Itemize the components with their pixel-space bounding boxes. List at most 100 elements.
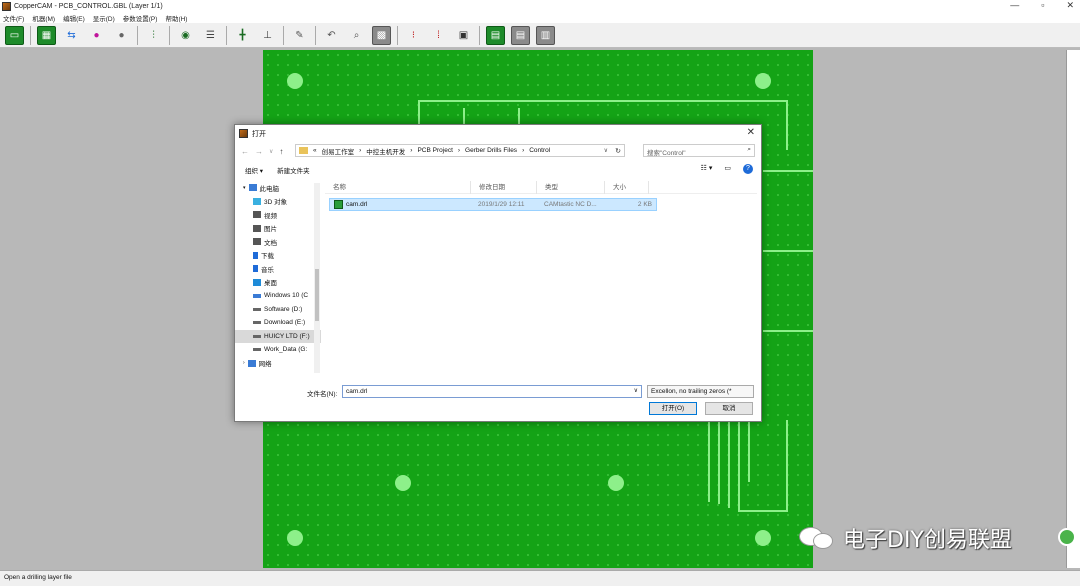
contour-icon[interactable]: ◉ <box>176 26 195 45</box>
column-type[interactable]: 类型 <box>537 180 605 194</box>
window-title: CopperCAM - PCB_CONTROL.GBL (Layer 1/1) <box>14 2 163 10</box>
nav-scrollbar-thumb[interactable] <box>315 269 319 321</box>
nav-label: 此电脑 <box>259 185 280 193</box>
tool-icon[interactable]: ✎ <box>290 26 309 45</box>
file-name: cam.drl <box>346 201 368 208</box>
breadcrumb-item[interactable]: Gerber Drills Files <box>465 147 517 154</box>
machine-green-icon[interactable]: ▤ <box>486 25 505 45</box>
nav-label: 图片 <box>264 226 277 234</box>
address-dropdown-icon[interactable]: ∨ <box>604 147 608 154</box>
drive-icon <box>253 348 261 352</box>
nav-item-documents[interactable]: 文档 <box>235 235 321 249</box>
menu-bar: 文件(F) 机器(M) 编辑(E) 显示(D) 参数设置(P) 帮助(H) <box>0 12 1080 23</box>
nav-item-videos[interactable]: 视频 <box>235 208 321 222</box>
file-row[interactable]: cam.drl 2019/1/29 12:11 CAMtastic NC D..… <box>329 198 657 211</box>
grid-icon[interactable]: ▩ <box>372 25 391 45</box>
column-name[interactable]: 名称 <box>325 180 471 194</box>
file-type: CAMtastic NC D... <box>544 201 597 208</box>
nav-item-drive-d[interactable]: Software (D:) <box>235 303 321 317</box>
breadcrumb-item[interactable]: 创易工作室 <box>322 146 355 156</box>
breadcrumb-item[interactable]: 中控主机开发 <box>366 146 405 156</box>
organize-button[interactable]: 组织 ▾ <box>245 165 263 175</box>
maximize-button[interactable]: ▫ <box>1041 0 1044 11</box>
cancel-button[interactable]: 取消 <box>705 402 753 415</box>
pads-red-icon[interactable]: ⁝ <box>404 26 423 45</box>
drive-icon <box>253 307 261 311</box>
nav-item-drive-e[interactable]: Download (E:) <box>235 316 321 330</box>
machine-gray-icon[interactable]: ▤ <box>511 25 530 45</box>
breadcrumb-overflow[interactable]: « <box>313 147 317 154</box>
drill-file-icon <box>334 200 343 209</box>
pads-red-2-icon[interactable]: ⁞ <box>429 26 448 45</box>
undo-icon[interactable]: ↶ <box>322 26 341 45</box>
pcb-trace <box>418 100 420 126</box>
menu-parameters[interactable]: 参数设置(P) <box>123 13 158 23</box>
pads-select-icon[interactable]: ▣ <box>454 26 473 45</box>
folder-icon <box>299 147 308 154</box>
close-button[interactable]: ✕ <box>1066 0 1074 11</box>
address-bar[interactable]: « 创易工作室 › 中控主机开发 › PCB Project › Gerber … <box>295 144 625 157</box>
column-size[interactable]: 大小 <box>605 180 649 194</box>
swap-layers-icon[interactable]: ⇆ <box>62 26 81 45</box>
nav-item-3d-objects[interactable]: 3D 对象 <box>235 195 321 209</box>
pcb-trace <box>763 250 813 252</box>
search-placeholder: 搜索"Control" <box>647 150 686 157</box>
new-folder-button[interactable]: 新建文件夹 <box>277 165 310 175</box>
file-type-filter[interactable]: Excellon, no trailing zeros (* <box>647 385 754 398</box>
pcb-trace <box>718 422 720 504</box>
forward-icon[interactable]: → <box>255 147 263 156</box>
menu-edit[interactable]: 编辑(E) <box>63 13 85 23</box>
up-icon[interactable]: ↑ <box>279 147 283 156</box>
nav-item-network[interactable]: › 网络 <box>235 357 321 371</box>
help-icon[interactable]: ? <box>743 164 753 174</box>
watermark-text: 电子DIY创易联盟 <box>843 528 1012 553</box>
isolation-icon[interactable]: ☰ <box>201 26 220 45</box>
nav-label: Work_Data (G: <box>264 346 308 354</box>
nav-item-drive-c[interactable]: Windows 10 (C <box>235 289 321 303</box>
pad-magenta-icon[interactable]: ● <box>87 26 106 45</box>
pad-gray-icon[interactable]: ● <box>112 26 131 45</box>
open-file-icon[interactable]: ▭ <box>5 25 24 45</box>
drill-origin-icon[interactable]: ╋ <box>233 26 252 45</box>
nav-label: 桌面 <box>264 280 277 288</box>
open-file-dialog: 打开 ✕ ← → ∨ ↑ « 创易工作室 › 中控主机开发 › PCB Proj… <box>234 124 762 422</box>
dialog-close-icon[interactable]: ✕ <box>747 127 755 138</box>
toolbar-separator <box>479 25 480 45</box>
history-chevron-icon[interactable]: ∨ <box>269 148 273 155</box>
minimize-button[interactable]: — <box>1010 0 1019 11</box>
pcb-trace <box>738 422 740 512</box>
filename-dropdown-icon[interactable]: ∨ <box>634 387 638 394</box>
layer-icon[interactable]: ▦ <box>37 25 56 45</box>
menu-help[interactable]: 帮助(H) <box>165 13 187 23</box>
nav-scrollbar[interactable] <box>314 183 320 373</box>
preview-pane-icon[interactable]: ▭ <box>724 164 731 174</box>
nav-label: 下载 <box>261 253 274 261</box>
back-icon[interactable]: ← <box>241 147 249 156</box>
output-icon[interactable]: ▥ <box>536 25 555 45</box>
nav-item-desktop[interactable]: 桌面 <box>235 276 321 290</box>
breadcrumb-item[interactable]: PCB Project <box>417 147 452 154</box>
nav-item-pictures[interactable]: 图片 <box>235 222 321 236</box>
nav-item-downloads[interactable]: 下载 <box>235 249 321 263</box>
menu-display[interactable]: 显示(D) <box>93 13 115 23</box>
column-date[interactable]: 修改日期 <box>471 180 537 194</box>
nav-item-drive-g[interactable]: Work_Data (G: <box>235 343 321 357</box>
menu-machine[interactable]: 机器(M) <box>32 13 55 23</box>
pcb-trace <box>748 422 750 482</box>
breadcrumb-item[interactable]: Control <box>529 147 550 154</box>
view-options-icon[interactable]: ☷ ▾ <box>701 164 713 174</box>
tracks-icon[interactable]: ⫶ <box>144 26 163 45</box>
search-input[interactable]: 搜索"Control" ⌕ <box>643 144 755 157</box>
nav-item-music[interactable]: 音乐 <box>235 262 321 276</box>
engrave-icon[interactable]: ⊥ <box>258 26 277 45</box>
pcb-trace <box>418 100 788 102</box>
filename-input[interactable]: cam.drl ∨ <box>342 385 642 398</box>
refresh-icon[interactable]: ↻ <box>615 147 621 155</box>
nav-item-this-pc[interactable]: ▾ 此电脑 <box>235 181 321 195</box>
zoom-icon[interactable]: ⌕ <box>347 26 366 45</box>
open-button[interactable]: 打开(O) <box>649 402 697 415</box>
nav-item-drive-f[interactable]: HUICY LTD (F:) <box>235 329 321 343</box>
menu-file[interactable]: 文件(F) <box>3 13 24 23</box>
nav-label: Windows 10 (C <box>264 292 309 300</box>
command-bar: 组织 ▾ 新建文件夹 ☷ ▾ ▭ ? <box>235 163 761 177</box>
